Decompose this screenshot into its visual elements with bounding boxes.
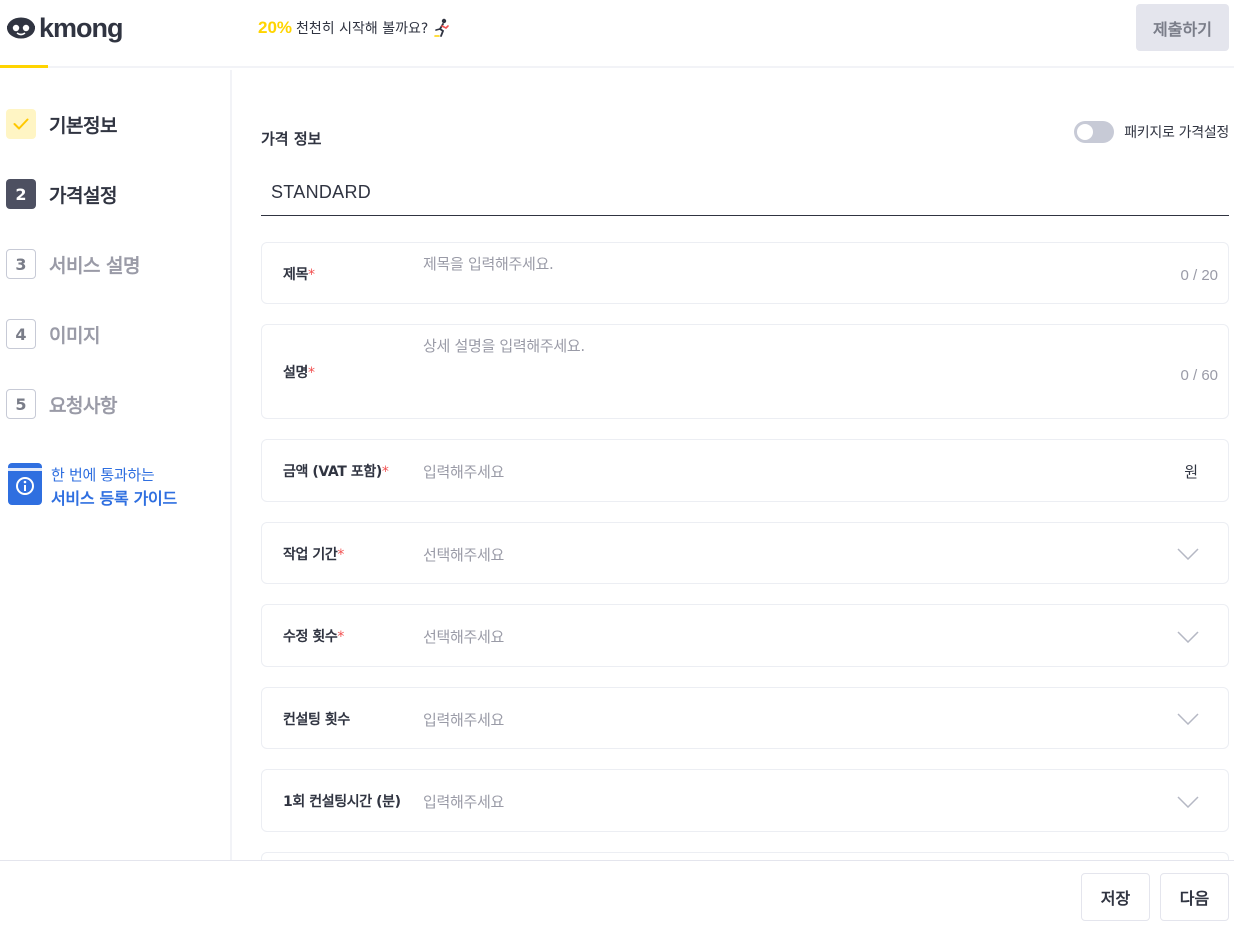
tab-standard-label: STANDARD: [271, 182, 372, 202]
description-field[interactable]: 설명* 상세 설명을 입력해주세요. 0 / 60: [261, 324, 1229, 419]
required-mark: *: [307, 365, 315, 381]
consulting-count-field[interactable]: 컨설팅 횟수 입력해주세요: [261, 687, 1229, 749]
sidebar-step-service-description[interactable]: 3 서비스 설명: [6, 249, 141, 279]
field-label-text: 수정 횟수: [283, 629, 338, 645]
chevron-down-icon[interactable]: [1177, 796, 1199, 808]
progress-percent: 20%: [258, 18, 293, 37]
next-button[interactable]: 다음: [1160, 873, 1229, 921]
price-field[interactable]: 금액 (VAT 포함)* 입력해주세요 원: [261, 439, 1229, 502]
save-button[interactable]: 저장: [1081, 873, 1150, 921]
field-label: 설명*: [283, 362, 315, 382]
field-label-text: 작업 기간: [283, 547, 338, 563]
chevron-down-icon[interactable]: [1177, 713, 1199, 725]
field-label-text: 제목: [283, 267, 308, 283]
select-placeholder: 선택해주세요: [423, 628, 505, 646]
runner-icon: [434, 18, 450, 37]
next-field-partial[interactable]: [261, 852, 1229, 860]
work-period-select[interactable]: 작업 기간* 선택해주세요: [261, 522, 1229, 584]
sidebar-step-images[interactable]: 4 이미지: [6, 319, 100, 349]
char-counter: 0 / 60: [1180, 367, 1218, 384]
bottom-action-bar: 저장 다음: [0, 860, 1234, 926]
top-header: kmong 20% 천천히 시작해 볼까요? 제출하기: [0, 0, 1234, 68]
guide-book-icon: [8, 463, 42, 505]
consulting-duration-field[interactable]: 1회 컨설팅시간 (분) 입력해주세요: [261, 769, 1229, 832]
package-pricing-toggle[interactable]: 패키지로 가격설정: [1074, 121, 1229, 143]
revision-count-select[interactable]: 수정 횟수* 선택해주세요: [261, 604, 1229, 667]
field-label: 1회 컨설팅시간 (분): [283, 791, 401, 811]
toggle-switch[interactable]: [1074, 121, 1115, 143]
title-input[interactable]: 제목을 입력해주세요.: [423, 253, 554, 274]
section-title: 가격 정보: [261, 130, 322, 148]
toggle-knob: [1077, 124, 1094, 140]
field-label: 금액 (VAT 포함)*: [283, 461, 389, 481]
field-label: 제목*: [283, 264, 315, 284]
field-label-text: 설명: [283, 365, 308, 381]
field-label-text: 컨설팅 횟수: [283, 712, 350, 728]
step-label: 서비스 설명: [49, 254, 141, 277]
step-label: 기본정보: [49, 114, 117, 137]
logo-text: kmong: [39, 12, 124, 43]
chevron-down-icon[interactable]: [1177, 631, 1199, 643]
step-number: 4: [6, 319, 36, 349]
required-mark: *: [337, 547, 345, 563]
service-guide-link[interactable]: 한 번에 통과하는 서비스 등록 가이드: [7, 462, 177, 511]
select-placeholder: 입력해주세요: [423, 793, 505, 811]
field-label: 컨설팅 횟수: [283, 709, 350, 729]
step-number: 2: [6, 179, 36, 209]
guide-title: 서비스 등록 가이드: [51, 489, 177, 508]
required-mark: *: [337, 629, 345, 645]
kmong-logo[interactable]: kmong: [6, 12, 124, 44]
select-placeholder: 선택해주세요: [423, 546, 505, 564]
step-number: 3: [6, 249, 36, 279]
kmong-face-icon: [7, 17, 35, 39]
progress-bar: [0, 65, 48, 68]
field-label: 수정 횟수*: [283, 626, 344, 646]
tab-standard[interactable]: STANDARD: [261, 170, 1229, 216]
step-number: 5: [6, 389, 36, 419]
guide-subtitle: 한 번에 통과하는: [51, 466, 155, 484]
progress-message: 천천히 시작해 볼까요?: [296, 21, 429, 37]
pricing-form: 가격 정보 패키지로 가격설정 STANDARD 제목* 제목을 입력해주세요.…: [234, 70, 1234, 860]
select-placeholder: 입력해주세요: [423, 711, 505, 729]
chevron-down-icon[interactable]: [1177, 548, 1199, 560]
step-label: 이미지: [49, 324, 100, 347]
progress-status: 20% 천천히 시작해 볼까요?: [258, 18, 451, 38]
field-label-text: 1회 컨설팅시간 (분): [283, 794, 401, 810]
required-mark: *: [381, 464, 389, 480]
submit-button[interactable]: 제출하기: [1136, 4, 1229, 51]
required-mark: *: [307, 267, 315, 283]
step-label: 가격설정: [49, 184, 117, 207]
currency-unit: 원: [1184, 463, 1198, 481]
step-label: 요청사항: [49, 394, 117, 417]
title-field[interactable]: 제목* 제목을 입력해주세요. 0 / 20: [261, 242, 1229, 304]
price-input[interactable]: 입력해주세요: [423, 461, 504, 482]
sidebar-step-requirements[interactable]: 5 요청사항: [6, 389, 117, 419]
field-label: 작업 기간*: [283, 544, 344, 564]
step-sidebar: 기본정보 2 가격설정 3 서비스 설명 4 이미지 5 요청사항 한 번에 통…: [0, 70, 232, 860]
description-textarea[interactable]: 상세 설명을 입력해주세요.: [423, 335, 585, 356]
field-label-text: 금액 (VAT 포함): [283, 464, 382, 480]
sidebar-step-pricing[interactable]: 2 가격설정: [6, 179, 117, 209]
check-icon: [6, 109, 36, 139]
char-counter: 0 / 20: [1180, 267, 1218, 284]
toggle-label: 패키지로 가격설정: [1124, 125, 1229, 141]
sidebar-step-basic-info[interactable]: 기본정보: [6, 109, 117, 139]
